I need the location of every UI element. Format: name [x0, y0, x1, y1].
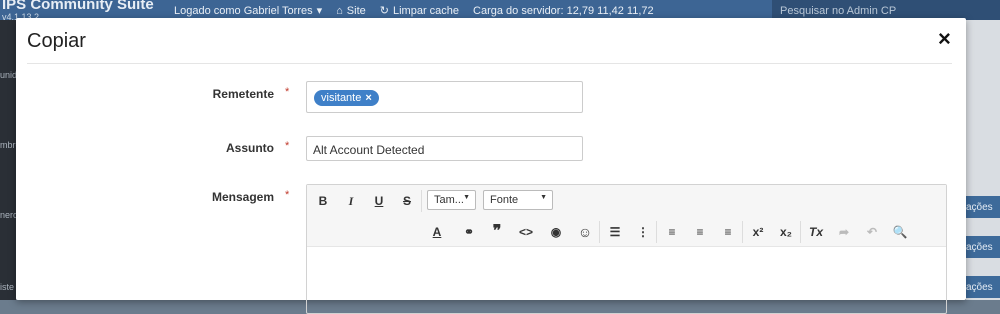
clear-format-icon[interactable]: Tx — [806, 222, 826, 242]
actions-button[interactable]: ações — [966, 196, 1000, 218]
bold-button[interactable]: B — [313, 191, 333, 211]
header-divider — [27, 63, 952, 64]
close-icon[interactable]: × — [938, 26, 951, 52]
admin-search-input[interactable]: Pesquisar no Admin CP — [772, 0, 1000, 20]
toolbar-separator — [599, 221, 600, 243]
numbered-list-icon[interactable]: ⋮ — [633, 222, 653, 242]
header-info: Logado como Gabriel Torres ▾ ⌂ Site ↻ Limpa… — [174, 4, 654, 18]
message-label: Mensagem — [211, 190, 274, 204]
actions-button[interactable]: ações — [966, 276, 1000, 298]
preview-document-icon[interactable]: 🔍 — [890, 222, 910, 242]
actions-button[interactable]: ações — [966, 236, 1000, 258]
copy-dialog: Copiar × Remetente * visitante × Assunto… — [16, 18, 966, 314]
subject-label: Assunto — [226, 141, 274, 155]
font-size-dropdown[interactable]: Tam... ▼ — [427, 190, 476, 210]
dialog-title: Copiar — [27, 30, 86, 52]
text-color-icon[interactable]: A — [427, 222, 447, 242]
subject-input[interactable]: Alt Account Detected — [306, 136, 583, 161]
caret-down-icon: ▼ — [540, 194, 547, 201]
tag-label: visitante — [321, 92, 362, 104]
align-right-icon[interactable]: ≡ — [718, 222, 738, 242]
required-marker: * — [285, 189, 290, 201]
subscript-icon[interactable]: x₂ — [776, 222, 796, 242]
required-marker: * — [285, 86, 290, 98]
code-icon[interactable]: <> — [516, 222, 536, 242]
site-label: Site — [346, 4, 366, 17]
font-family-dropdown[interactable]: Fonte ▼ — [483, 190, 553, 210]
caret-down-icon: ▼ — [463, 194, 470, 201]
underline-button[interactable]: U — [369, 191, 389, 211]
strikethrough-button[interactable]: S — [397, 191, 417, 211]
home-icon: ⌂ — [336, 4, 343, 17]
sender-field[interactable]: visitante × — [306, 81, 583, 113]
site-link[interactable]: ⌂ Site — [336, 4, 366, 17]
caret-down-icon: ▾ — [316, 5, 323, 17]
toolbar-separator — [656, 221, 657, 243]
toolbar-separator — [742, 221, 743, 243]
server-load: Carga do servidor: 12,79 11,42 11,72 — [473, 4, 654, 17]
undo-icon[interactable]: ↶ — [862, 222, 882, 242]
toolbar-separator — [800, 221, 801, 243]
align-left-icon[interactable]: ≡ — [662, 222, 682, 242]
right-background — [966, 20, 1000, 300]
font-family-label: Fonte — [490, 194, 519, 206]
italic-button[interactable]: I — [341, 191, 361, 211]
font-size-label: Tam... — [434, 194, 464, 206]
user-menu[interactable]: Logado como Gabriel Torres ▾ — [174, 4, 323, 18]
quote-icon[interactable]: ❞ — [487, 222, 507, 242]
sender-tag: visitante × — [314, 90, 379, 106]
left-sidebar: unid mbro nero iste — [0, 20, 21, 300]
superscript-icon[interactable]: x² — [748, 222, 768, 242]
toolbar-separator — [421, 190, 422, 212]
refresh-icon: ↻ — [379, 5, 389, 17]
editor-toolbar: B I U S Tam... ▼ Fonte ▼ A ⚭ ❞ <> ◉ ☺ ☰ … — [307, 185, 946, 247]
emoji-icon[interactable]: ☺ — [575, 222, 595, 242]
sender-label: Remetente — [212, 87, 274, 101]
bullet-list-icon[interactable]: ☰ — [605, 222, 625, 242]
link-icon[interactable]: ⚭ — [459, 222, 479, 242]
sidebar-label[interactable]: unid — [0, 70, 17, 80]
clear-cache-label: Limpar cache — [392, 4, 460, 17]
sidebar-label[interactable]: iste — [0, 282, 14, 292]
remove-tag-icon[interactable]: × — [365, 90, 371, 106]
user-label: Logado como Gabriel Torres — [174, 4, 313, 17]
align-center-icon[interactable]: ≡ — [690, 222, 710, 242]
preview-eye-icon[interactable]: ◉ — [546, 222, 566, 242]
required-marker: * — [285, 140, 290, 152]
message-editor[interactable]: B I U S Tam... ▼ Fonte ▼ A ⚭ ❞ <> ◉ ☺ ☰ … — [306, 184, 947, 314]
redo-icon[interactable]: ➦ — [834, 222, 854, 242]
clear-cache-link[interactable]: ↻ Limpar cache — [379, 4, 460, 18]
